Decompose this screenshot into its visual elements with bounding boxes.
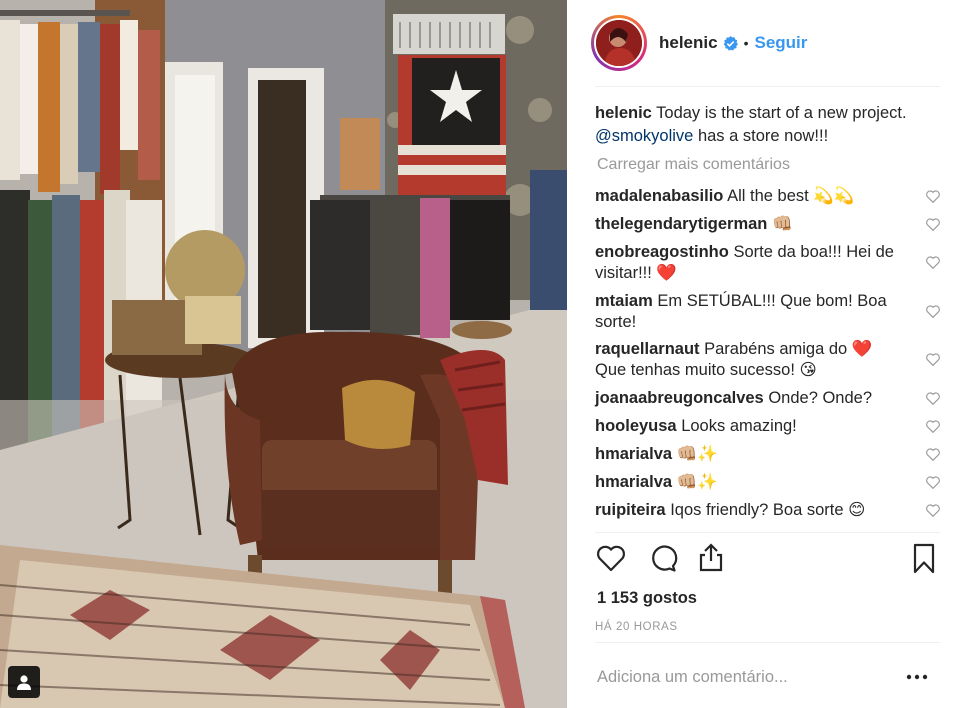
caption: helenic Today is the start of a new proj…: [595, 102, 940, 148]
comment-item: raquellarnaut Parabéns amiga do ❤️ Que t…: [595, 339, 940, 381]
post-header: helenic • Seguir: [567, 0, 960, 86]
comment-username[interactable]: hooleyusa: [595, 417, 677, 435]
comment-username[interactable]: enobreagostinho: [595, 243, 729, 261]
caption-rest: has a store now!!!: [697, 127, 829, 145]
heart-outline-icon[interactable]: [926, 353, 940, 366]
comment-username[interactable]: hmarialva: [595, 445, 672, 463]
post-side-panel: helenic • Seguir helenic Today is the st…: [567, 0, 960, 708]
heart-outline-icon[interactable]: [926, 392, 940, 405]
comment-text: Onde? Onde?: [768, 389, 872, 407]
load-more-comments[interactable]: Carregar mais comentários: [597, 154, 940, 176]
caption-mention[interactable]: @smokyolive: [595, 127, 693, 145]
avatar-image: [596, 20, 642, 66]
bookmark-icon[interactable]: [908, 542, 940, 574]
comment-item: mtaiam Em SETÚBAL!!! Que bom! Boa sorte!: [595, 291, 940, 333]
heart-icon[interactable]: [595, 542, 627, 574]
user-tag-icon: [15, 673, 33, 691]
share-icon[interactable]: [695, 542, 727, 574]
heart-outline-icon[interactable]: [926, 504, 940, 517]
comment-text: 👊🏼: [771, 215, 793, 233]
header-username[interactable]: helenic: [659, 33, 718, 53]
comment-item: hmarialva 👊🏼✨: [595, 444, 940, 465]
comment-username[interactable]: hmarialva: [595, 473, 672, 491]
comment-username[interactable]: ruipiteira: [595, 501, 666, 519]
shop-interior-image: [0, 0, 567, 708]
comment-username[interactable]: raquellarnaut: [595, 340, 700, 358]
comment-text: 👊🏼✨: [676, 445, 718, 463]
caption-text: Today is the start of a new project.: [656, 104, 907, 122]
comment-username[interactable]: mtaiam: [595, 292, 653, 310]
post-photo[interactable]: [0, 0, 567, 708]
heart-outline-icon[interactable]: [926, 420, 940, 433]
comment-username[interactable]: thelegendarytigerman: [595, 215, 767, 233]
header-separator: •: [743, 35, 749, 51]
actions-divider: [595, 532, 940, 533]
comment-item: enobreagostinho Sorte da boa!!! Hei de v…: [595, 242, 940, 284]
caption-username[interactable]: helenic: [595, 104, 652, 122]
heart-outline-icon[interactable]: [926, 448, 940, 461]
user-tag-button[interactable]: [8, 666, 40, 698]
more-options-icon[interactable]: [905, 672, 929, 682]
heart-outline-icon[interactable]: [926, 218, 940, 231]
comment-text: 👊🏼✨: [676, 473, 718, 491]
caption-block: helenic Today is the start of a new proj…: [595, 102, 940, 176]
likes-count[interactable]: 1 153 gostos: [597, 589, 697, 608]
heart-outline-icon[interactable]: [926, 305, 940, 318]
comment-bubble-icon[interactable]: [647, 542, 679, 574]
comment-text: Iqos friendly? Boa sorte 😊: [670, 501, 866, 519]
comment-item: joanaabreugoncalves Onde? Onde?: [595, 388, 940, 409]
follow-button[interactable]: Seguir: [755, 33, 808, 53]
add-comment-input[interactable]: Adiciona um comentário...: [595, 662, 940, 692]
comment-username[interactable]: joanaabreugoncalves: [595, 389, 764, 407]
header-divider: [595, 86, 940, 87]
comment-item: madalenabasilio All the best 💫💫: [595, 186, 940, 207]
comment-item: ruipiteira Iqos friendly? Boa sorte 😊: [595, 500, 940, 521]
action-bar: [595, 542, 940, 578]
comment-item: thelegendarytigerman 👊🏼: [595, 214, 940, 235]
avatar[interactable]: [591, 15, 647, 71]
post-timestamp[interactable]: HÁ 20 HORAS: [595, 621, 678, 633]
comment-username[interactable]: madalenabasilio: [595, 187, 723, 205]
comment-text: Looks amazing!: [681, 417, 797, 435]
comment-item: hmarialva 👊🏼✨: [595, 472, 940, 493]
verified-badge-icon: [723, 35, 738, 51]
comment-item: hooleyusa Looks amazing!: [595, 416, 940, 437]
heart-outline-icon[interactable]: [926, 190, 940, 203]
heart-outline-icon[interactable]: [926, 256, 940, 269]
comment-input-divider: [595, 642, 940, 643]
heart-outline-icon[interactable]: [926, 476, 940, 489]
comment-text: All the best 💫💫: [727, 187, 855, 205]
